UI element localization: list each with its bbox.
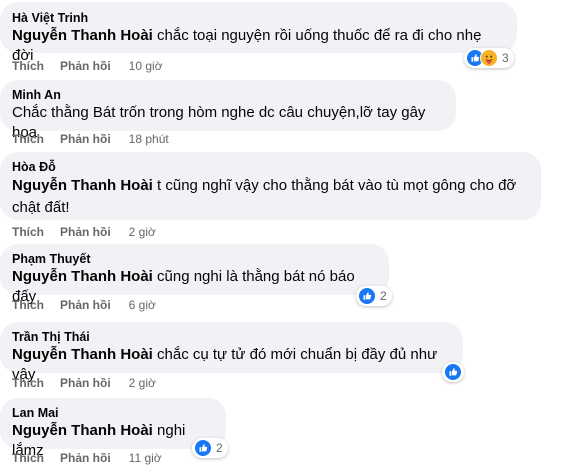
reaction-summary[interactable]	[442, 362, 464, 382]
reaction-summary[interactable]: 2	[356, 286, 392, 306]
mention-link[interactable]: Nguyễn Thanh Hoài	[12, 268, 153, 285]
comment-bubble: Lan Mai Nguyễn Thanh Hoài nghi lắmz	[0, 398, 226, 459]
like-button[interactable]: Thích	[12, 451, 44, 465]
reaction-summary[interactable]: 2	[192, 438, 228, 458]
care-icon	[480, 49, 498, 67]
reply-button[interactable]: Phản hồi	[60, 59, 111, 73]
comment-actions: Thích Phản hồi 6 giờ	[12, 298, 156, 312]
comment-bubble: Phạm Thuyết Nguyễn Thanh Hoài cũng nghi …	[0, 244, 389, 305]
comment-timestamp[interactable]: 11 giờ	[129, 451, 162, 465]
reaction-count: 2	[216, 441, 223, 455]
reaction-count: 2	[380, 289, 387, 303]
like-button[interactable]: Thích	[12, 59, 44, 73]
reply-button[interactable]: Phản hồi	[60, 376, 111, 390]
comment-author[interactable]: Hà Việt Trinh	[12, 10, 505, 26]
reply-button[interactable]: Phản hồi	[60, 298, 111, 312]
comment-author[interactable]: Hòa Đỗ	[12, 159, 529, 175]
like-button[interactable]: Thích	[12, 376, 44, 390]
mention-link[interactable]: Nguyễn Thanh Hoài	[12, 346, 153, 363]
comment-timestamp[interactable]: 6 giờ	[129, 298, 156, 312]
comment-bubble: Hà Việt Trinh Nguyễn Thanh Hoài chắc toạ…	[0, 2, 517, 64]
like-button[interactable]: Thích	[12, 132, 44, 146]
comment-actions: Thích Phản hồi 2 giờ	[12, 225, 156, 239]
comment-bubble: Minh An Chắc thằng Bát trốn trong hòm ng…	[0, 80, 456, 141]
reply-button[interactable]: Phản hồi	[60, 225, 111, 239]
like-icon	[358, 287, 376, 305]
comment-bubble: Trần Thị Thái Nguyễn Thanh Hoài chắc cụ …	[0, 322, 463, 383]
reaction-count: 3	[502, 51, 509, 65]
comment-author[interactable]: Trần Thị Thái	[12, 329, 451, 345]
comment-actions: Thích Phản hồi 10 giờ	[12, 59, 163, 73]
comment-text: Nguyễn Thanh Hoài t cũng nghĩ vậy cho th…	[12, 177, 517, 216]
mention-link[interactable]: Nguyễn Thanh Hoài	[12, 422, 153, 439]
mention-link[interactable]: Nguyễn Thanh Hoài	[12, 27, 153, 44]
like-icon	[194, 439, 212, 457]
like-button[interactable]: Thích	[12, 298, 44, 312]
mention-link[interactable]: Nguyễn Thanh Hoài	[12, 177, 153, 194]
comment-actions: Thích Phản hồi 18 phút	[12, 132, 169, 146]
comment-timestamp[interactable]: 2 giờ	[129, 376, 156, 390]
comment-actions: Thích Phản hồi 11 giờ	[12, 451, 162, 465]
comment-timestamp[interactable]: 18 phút	[129, 132, 169, 146]
reply-button[interactable]: Phản hồi	[60, 451, 111, 465]
comment-timestamp[interactable]: 10 giờ	[129, 59, 163, 73]
comment-bubble: Hòa Đỗ Nguyễn Thanh Hoài t cũng nghĩ vậy…	[0, 152, 541, 220]
like-button[interactable]: Thích	[12, 225, 44, 239]
comment-author[interactable]: Phạm Thuyết	[12, 251, 377, 267]
comment-timestamp[interactable]: 2 giờ	[129, 225, 156, 239]
reply-button[interactable]: Phản hồi	[60, 132, 111, 146]
comment-author[interactable]: Minh An	[12, 87, 444, 103]
comment-author[interactable]: Lan Mai	[12, 405, 214, 421]
reaction-summary[interactable]: 3	[464, 48, 514, 68]
like-icon	[444, 363, 462, 381]
comment-actions: Thích Phản hồi 2 giờ	[12, 376, 156, 390]
